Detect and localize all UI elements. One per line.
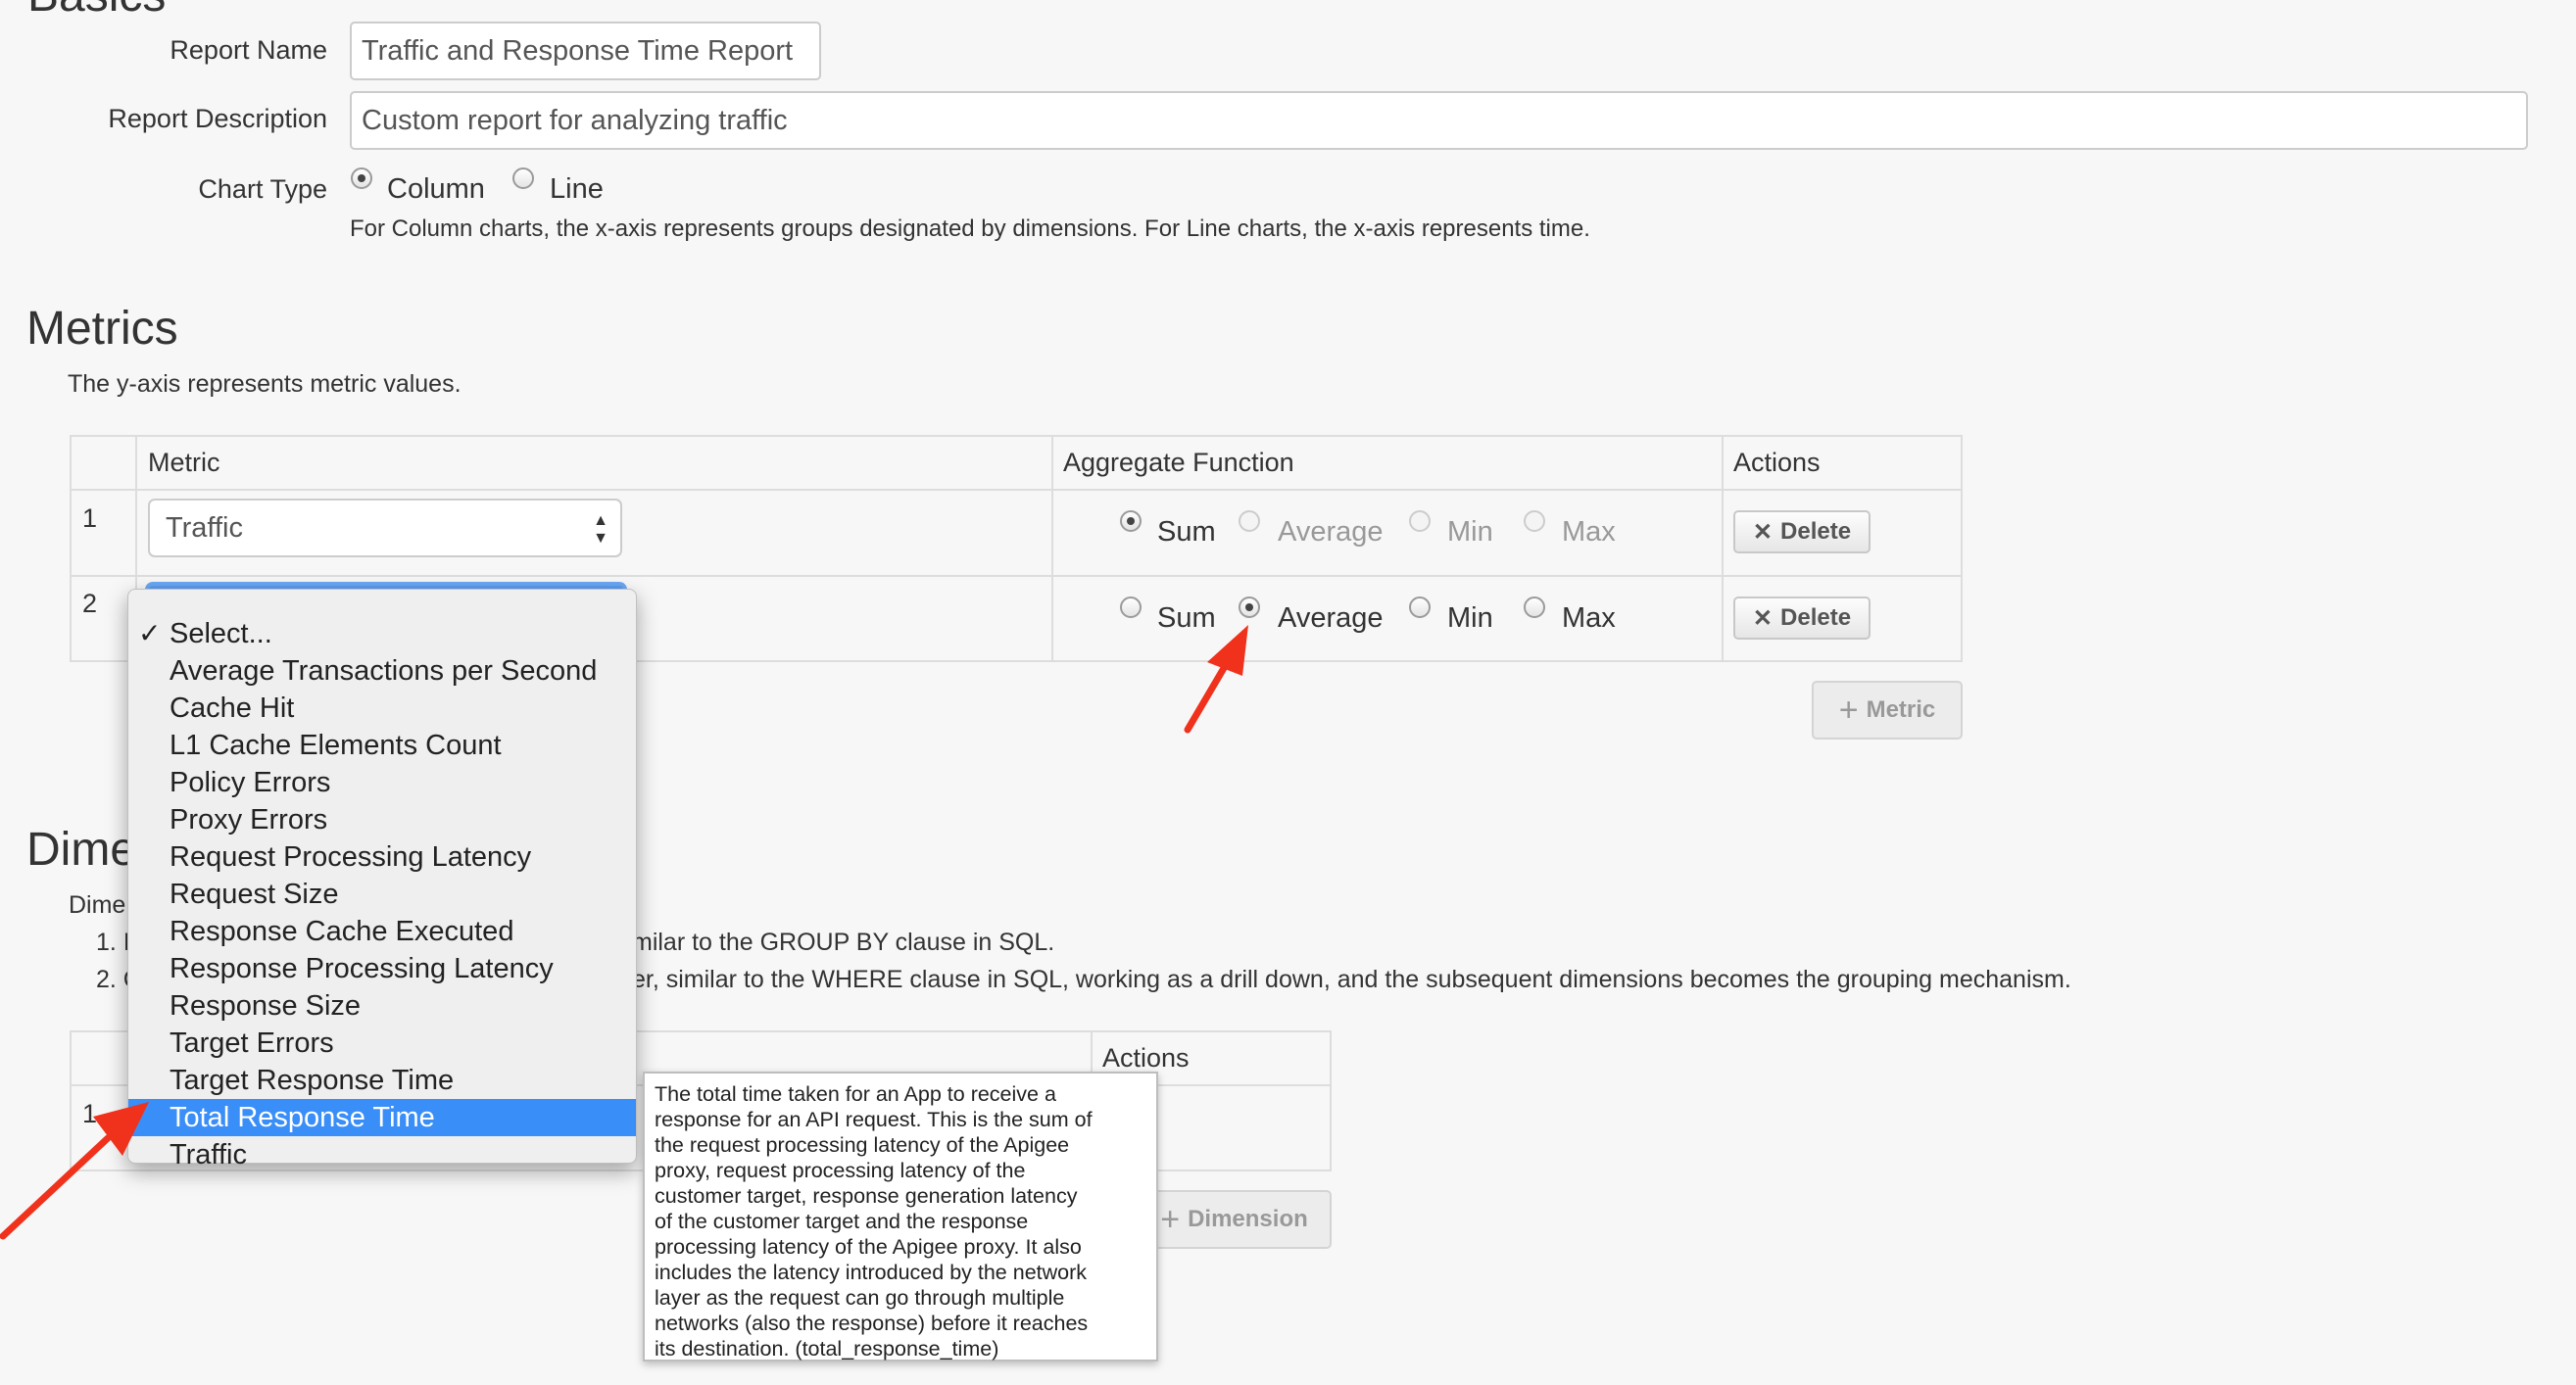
arrow-icon — [1184, 625, 1248, 734]
arrow-icon — [0, 1102, 149, 1240]
annotation-arrows — [0, 625, 1248, 1240]
